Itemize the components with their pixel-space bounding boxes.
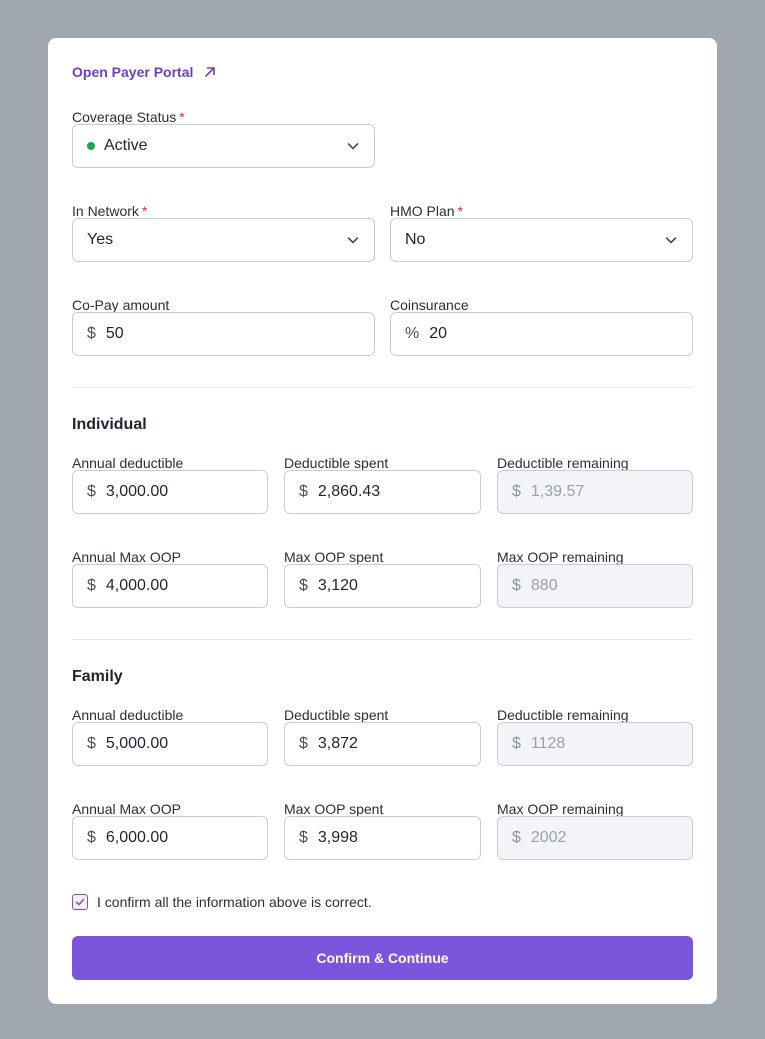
individual-max-oop-remaining-value: 880 <box>530 577 558 594</box>
in-network-field: In Network * Yes <box>72 202 375 262</box>
insurance-verification-card: Open Payer Portal Coverage Status * Activ… <box>48 38 717 1004</box>
family-annual-deductible-input[interactable]: $ 5,000.00 <box>72 722 268 766</box>
coverage-status-value: Active <box>104 137 148 154</box>
confirmation-checkbox[interactable] <box>72 894 88 910</box>
copay-value: 50 <box>105 325 124 342</box>
coinsurance-field: Coinsurance % 20 <box>390 296 693 356</box>
family-annual-max-oop-input[interactable]: $ 6,000.00 <box>72 816 268 860</box>
individual-deductible-remaining-output: $ 1,39.57 <box>497 470 693 514</box>
section-divider <box>72 639 693 640</box>
external-link-icon <box>205 67 216 77</box>
copay-field: Co-Pay amount $ 50 <box>72 296 375 356</box>
coinsurance-input[interactable]: % 20 <box>390 312 693 356</box>
chevron-down-icon <box>665 237 677 244</box>
section-divider <box>72 387 693 388</box>
family-annual-max-oop-value: 6,000.00 <box>105 829 169 846</box>
chevron-down-icon <box>347 237 359 244</box>
family-annual-deductible-field: Annual deductible $ 5,000.00 <box>72 706 268 766</box>
family-max-oop-remaining-value: 2002 <box>530 829 567 846</box>
chevron-down-icon <box>347 143 359 150</box>
currency-prefix: $ <box>512 829 521 846</box>
portal-link-label: Open Payer Portal <box>72 64 194 80</box>
family-max-oop-remaining-field: Max OOP remaining $ 2002 <box>497 800 693 860</box>
currency-prefix: $ <box>87 325 96 342</box>
family-deductible-spent-field: Deductible spent $ 3,872 <box>284 706 481 766</box>
individual-max-oop-spent-input[interactable]: $ 3,120 <box>284 564 481 608</box>
family-deductible-spent-value: 3,872 <box>317 735 358 752</box>
individual-annual-max-oop-input[interactable]: $ 4,000.00 <box>72 564 268 608</box>
family-max-oop-spent-field: Max OOP spent $ 3,998 <box>284 800 481 860</box>
coverage-status-field: Coverage Status * Active <box>72 108 375 168</box>
individual-deductible-spent-input[interactable]: $ 2,860.43 <box>284 470 481 514</box>
individual-section-title: Individual <box>72 416 147 433</box>
family-deductible-remaining-field: Deductible remaining $ 1128 <box>497 706 693 766</box>
individual-deductible-spent-value: 2,860.43 <box>317 483 381 500</box>
individual-max-oop-spent-field: Max OOP spent $ 3,120 <box>284 548 481 608</box>
hmo-plan-value: No <box>405 231 426 248</box>
individual-annual-deductible-field: Annual deductible $ 3,000.00 <box>72 454 268 514</box>
currency-prefix: $ <box>87 829 96 846</box>
in-network-value: Yes <box>87 231 114 248</box>
confirm-continue-button[interactable]: Confirm & Continue <box>72 936 693 980</box>
required-marker: * <box>457 203 464 219</box>
family-deductible-remaining-value: 1128 <box>530 735 566 752</box>
hmo-plan-label: HMO Plan <box>390 203 455 219</box>
percent-prefix: % <box>405 325 420 342</box>
currency-prefix: $ <box>87 735 96 752</box>
individual-max-oop-spent-value: 3,120 <box>317 577 358 594</box>
family-section-title: Family <box>72 668 123 685</box>
confirmation-label: I confirm all the information above is c… <box>97 894 372 910</box>
coverage-status-select[interactable]: Active <box>72 124 375 168</box>
family-deductible-spent-input[interactable]: $ 3,872 <box>284 722 481 766</box>
family-annual-max-oop-field: Annual Max OOP $ 6,000.00 <box>72 800 268 860</box>
currency-prefix: $ <box>512 577 521 594</box>
coinsurance-value: 20 <box>429 325 448 342</box>
family-annual-deductible-value: 5,000.00 <box>105 735 169 752</box>
individual-deductible-remaining-field: Deductible remaining $ 1,39.57 <box>497 454 693 514</box>
hmo-plan-select[interactable]: No <box>390 218 693 262</box>
coverage-status-label: Coverage Status <box>72 109 177 125</box>
individual-deductible-remaining-value: 1,39.57 <box>530 483 585 500</box>
currency-prefix: $ <box>87 483 96 500</box>
confirmation-row: I confirm all the information above is c… <box>72 894 372 910</box>
in-network-label: In Network <box>72 203 139 219</box>
required-marker: * <box>179 109 185 125</box>
currency-prefix: $ <box>87 577 96 594</box>
currency-prefix: $ <box>512 483 521 500</box>
family-max-oop-remaining-output: $ 2002 <box>497 816 693 860</box>
individual-max-oop-remaining-output: $ 880 <box>497 564 693 608</box>
active-status-dot <box>87 142 95 150</box>
currency-prefix: $ <box>299 829 308 846</box>
check-icon <box>75 898 85 906</box>
individual-deductible-spent-field: Deductible spent $ 2,860.43 <box>284 454 481 514</box>
currency-prefix: $ <box>299 577 308 594</box>
required-marker: * <box>141 203 148 219</box>
family-max-oop-spent-input[interactable]: $ 3,998 <box>284 816 481 860</box>
individual-annual-deductible-input[interactable]: $ 3,000.00 <box>72 470 268 514</box>
currency-prefix: $ <box>299 735 308 752</box>
family-max-oop-spent-value: 3,998 <box>317 829 358 846</box>
copay-input[interactable]: $ 50 <box>72 312 375 356</box>
individual-max-oop-remaining-field: Max OOP remaining $ 880 <box>497 548 693 608</box>
currency-prefix: $ <box>512 735 521 752</box>
individual-annual-deductible-value: 3,000.00 <box>105 483 169 500</box>
open-payer-portal-link[interactable]: Open Payer Portal <box>72 64 217 80</box>
individual-annual-max-oop-value: 4,000.00 <box>105 577 169 594</box>
family-deductible-remaining-output: $ 1128 <box>497 722 693 766</box>
hmo-plan-field: HMO Plan * No <box>390 202 693 262</box>
in-network-select[interactable]: Yes <box>72 218 375 262</box>
currency-prefix: $ <box>299 483 308 500</box>
individual-annual-max-oop-field: Annual Max OOP $ 4,000.00 <box>72 548 268 608</box>
